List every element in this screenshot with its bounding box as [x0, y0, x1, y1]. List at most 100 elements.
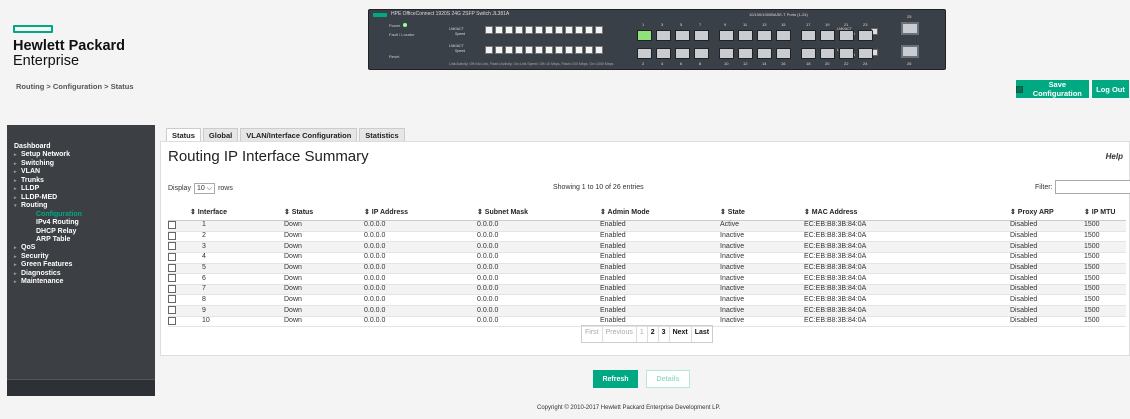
sidebar-item-trunks[interactable]: ▸ Trunks	[14, 177, 82, 185]
rj45-port[interactable]	[801, 48, 816, 59]
row-checkbox[interactable]	[168, 231, 176, 240]
row-checkbox[interactable]	[168, 274, 176, 283]
sidebar-subitem-configuration[interactable]: Configuration	[14, 211, 82, 219]
sidebar-subitem-dhcp-relay[interactable]: DHCP Relay	[14, 228, 82, 236]
rj45-port[interactable]	[637, 48, 652, 59]
table-row[interactable]: 2 Down 0.0.0.0 0.0.0.0 Enabled Inactive EC:EB:…	[168, 231, 1126, 243]
row-checkbox[interactable]	[168, 284, 176, 293]
rj45-port[interactable]	[694, 30, 709, 41]
pager-first[interactable]: First	[582, 326, 603, 342]
rj45-port[interactable]	[738, 30, 753, 41]
sidebar-item-setup-network[interactable]: ▸ Setup Network	[14, 151, 82, 159]
row-checkbox[interactable]	[168, 306, 176, 315]
legend-fault: Fault / Locator	[389, 32, 415, 37]
rj45-port[interactable]	[858, 30, 873, 41]
rj45-port[interactable]	[757, 48, 772, 59]
rj45-port[interactable]	[858, 48, 873, 59]
sfp-port-26[interactable]	[901, 45, 919, 58]
log-out-button[interactable]: Log Out	[1092, 80, 1129, 98]
rj45-port[interactable]	[839, 48, 854, 59]
pager-page-2[interactable]: 2	[648, 326, 659, 342]
row-checkbox[interactable]	[168, 221, 176, 229]
pager-page-1[interactable]: 1	[637, 326, 648, 342]
rj45-port[interactable]	[637, 30, 652, 41]
table-row[interactable]: 9 Down 0.0.0.0 0.0.0.0 Enabled Inactive EC:EB:…	[168, 305, 1126, 317]
column-header[interactable]: ⇕ Subnet Mask	[477, 208, 600, 221]
column-header[interactable]: ⇕ State	[720, 208, 804, 221]
column-header[interactable]: ⇕ Interface	[190, 208, 284, 221]
rj45-port[interactable]	[675, 48, 690, 59]
switch-faceplate[interactable]: HPE OfficeConnect 1920S 24G 2SFP Switch …	[368, 9, 946, 70]
sfp-port-25[interactable]	[901, 22, 919, 35]
sidebar-item-diagnostics[interactable]: ▸ Diagnostics	[14, 270, 82, 278]
rj45-port[interactable]	[656, 30, 671, 41]
port-number-top: 1	[642, 22, 645, 27]
rj45-port[interactable]	[675, 30, 690, 41]
table-row[interactable]: 4 Down 0.0.0.0 0.0.0.0 Enabled Inactive EC:EB:…	[168, 252, 1126, 264]
sidebar-subitem-arp-table[interactable]: ARP Table	[14, 236, 82, 244]
table-cell: 2	[190, 231, 284, 243]
table-cell: EC:EB:B8:3B:84:0A	[804, 284, 1010, 296]
table-cell: Disabled	[1010, 263, 1084, 275]
save-configuration-button[interactable]: Save Configuration	[1016, 80, 1089, 98]
row-checkbox[interactable]	[168, 316, 176, 325]
rj45-port[interactable]	[820, 30, 835, 41]
refresh-button[interactable]: Refresh	[593, 370, 638, 388]
sidebar-item-green-features[interactable]: ▸ Green Features	[14, 261, 82, 269]
sidebar-item-vlan[interactable]: ▸ VLAN	[14, 168, 82, 176]
rows-per-page-select[interactable]: 10 ⌵	[193, 183, 216, 194]
table-row[interactable]: 7 Down 0.0.0.0 0.0.0.0 Enabled Inactive EC:EB:…	[168, 284, 1126, 296]
pager-last[interactable]: Last	[692, 326, 712, 342]
column-header[interactable]: ⇕ MAC Address	[804, 208, 1010, 221]
table-cell: 0.0.0.0	[477, 294, 600, 307]
sidebar-item-routing[interactable]: ▾ Routing	[14, 202, 82, 210]
sidebar-item-lldp[interactable]: ▸ LLDP	[14, 185, 82, 193]
column-header[interactable]: ⇕ Admin Mode	[600, 208, 720, 221]
table-row[interactable]: 8 Down 0.0.0.0 0.0.0.0 Enabled Inactive EC:EB:…	[168, 294, 1126, 307]
table-row[interactable]: 6 Down 0.0.0.0 0.0.0.0 Enabled Inactive EC:EB:…	[168, 273, 1126, 285]
column-header[interactable]: ⇕ Proxy ARP	[1010, 208, 1084, 221]
row-checkbox[interactable]	[168, 263, 176, 272]
ports-header: 10/100/1000BASE-T Ports (1-24)	[749, 12, 808, 17]
sidebar-item-switching[interactable]: ▸ Switching	[14, 160, 82, 168]
pager-previous[interactable]: Previous	[603, 326, 637, 342]
pager-page-3[interactable]: 3	[659, 326, 670, 342]
rj45-port[interactable]	[776, 48, 791, 59]
pager-next[interactable]: Next	[670, 326, 692, 342]
table-row[interactable]: 3 Down 0.0.0.0 0.0.0.0 Enabled Inactive EC:EB:…	[168, 241, 1126, 253]
tab-statistics[interactable]: Statistics	[359, 128, 405, 141]
rj45-port[interactable]	[656, 48, 671, 59]
rj45-port[interactable]	[719, 48, 734, 59]
rj45-port[interactable]	[776, 30, 791, 41]
rj45-port[interactable]	[839, 30, 854, 41]
tab-status[interactable]: Status	[166, 128, 201, 141]
save-icon	[1016, 85, 1023, 93]
sidebar-item-maintenance[interactable]: ▸ Maintenance	[14, 278, 82, 286]
sidebar-item-security[interactable]: ▸ Security	[14, 253, 82, 261]
row-checkbox[interactable]	[168, 295, 176, 304]
tab-global[interactable]: Global	[202, 128, 239, 141]
filter-input[interactable]	[1054, 180, 1130, 194]
rj45-port[interactable]	[820, 48, 835, 59]
filter-label: Filter:	[1035, 183, 1053, 191]
rj45-port[interactable]	[719, 30, 734, 41]
rj45-port[interactable]	[694, 48, 709, 59]
tab-vlan-interface-configuration[interactable]: VLAN/Interface Configuration	[240, 128, 358, 141]
details-button[interactable]: Details	[646, 370, 690, 388]
sidebar-item-dashboard[interactable]: Dashboard	[14, 143, 82, 151]
rj45-port[interactable]	[738, 48, 753, 59]
rj45-port[interactable]	[801, 30, 816, 41]
sidebar-item-qos[interactable]: ▸ QoS	[14, 244, 82, 252]
port-led-top	[495, 26, 503, 34]
column-header[interactable]: ⇕ IP MTU	[1084, 208, 1126, 221]
table-row[interactable]: 5 Down 0.0.0.0 0.0.0.0 Enabled Inactive EC:EB:…	[168, 263, 1126, 275]
help-link[interactable]: Help	[1106, 152, 1123, 161]
table-row[interactable]: 1 Down 0.0.0.0 0.0.0.0 Enabled Active EC:EB:B8…	[168, 220, 1126, 232]
sidebar-item-lldp-med[interactable]: ▸ LLDP-MED	[14, 194, 82, 202]
column-header[interactable]: ⇕ Status	[284, 208, 364, 221]
rj45-port[interactable]	[757, 30, 772, 41]
row-checkbox[interactable]	[168, 252, 176, 261]
column-header[interactable]: ⇕ IP Address	[364, 208, 477, 221]
row-checkbox[interactable]	[168, 242, 176, 251]
sidebar-subitem-ipv4-routing[interactable]: IPv4 Routing	[14, 219, 82, 227]
